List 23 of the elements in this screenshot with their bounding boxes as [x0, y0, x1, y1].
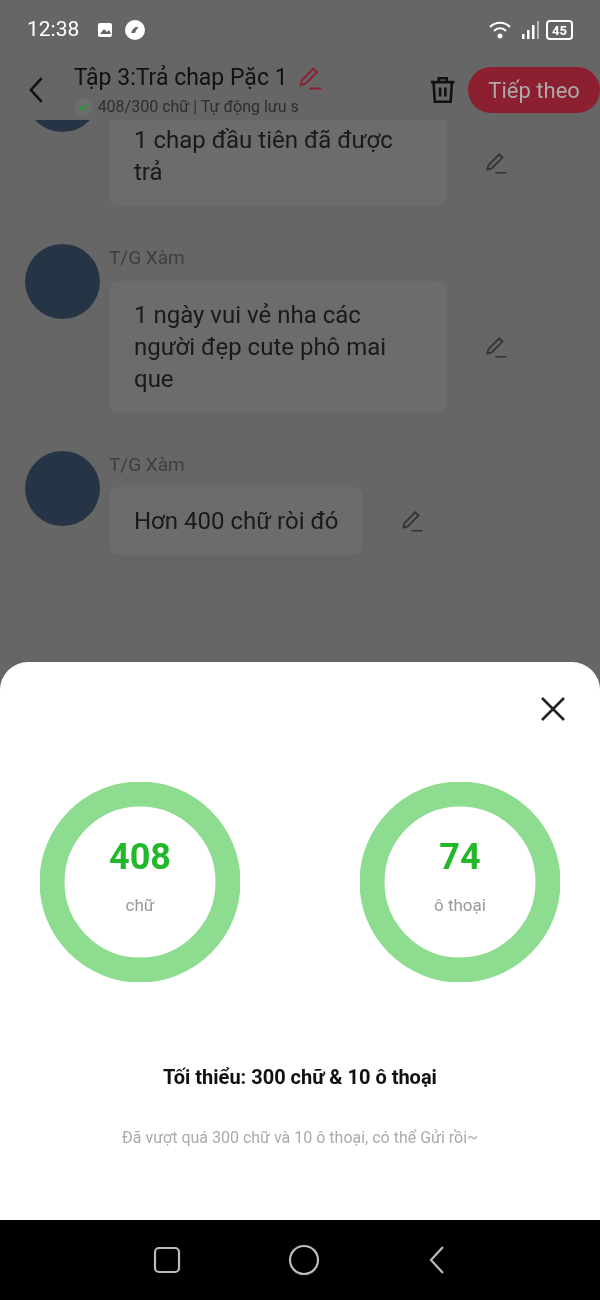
stat-label: chữ	[125, 894, 155, 918]
wifi-icon	[488, 20, 513, 40]
edit-icon[interactable]	[483, 150, 509, 176]
edit-icon[interactable]	[399, 508, 426, 534]
clock: 12:38	[27, 16, 80, 44]
chapter-title: Tập 3:Trả chap Pặc 1	[73, 62, 288, 93]
word-count-status: 408/300 chữ | Tự động lưu s	[97, 96, 299, 119]
stat-label: ô thoại	[434, 894, 486, 918]
app-icon	[125, 20, 146, 40]
stat-value: 408	[109, 839, 171, 876]
minimum-requirement: Tối thiểu: 300 chữ & 10 ô thoại	[163, 1064, 437, 1091]
hint-text: Đã vượt quá 300 chữ và 10 ô thoại, có thể Gửi rồi~	[122, 1127, 478, 1149]
recents-icon[interactable]	[153, 1246, 182, 1274]
signal-icon	[520, 20, 541, 40]
message-bubble: 1 ngày vui vẻ nha các người đẹp cute phô mai que	[109, 280, 447, 413]
battery-icon: 45	[546, 20, 573, 40]
next-button[interactable]: Tiếp theo	[468, 67, 600, 113]
message-bubble: 1 chap đầu tiên đã được trả	[109, 120, 447, 206]
message-bubble: Hơn 400 chữ ròi đó	[109, 487, 364, 555]
stat-value: 74	[439, 839, 481, 876]
home-icon[interactable]	[288, 1244, 320, 1276]
image-icon	[97, 22, 114, 38]
close-icon[interactable]	[540, 696, 566, 722]
